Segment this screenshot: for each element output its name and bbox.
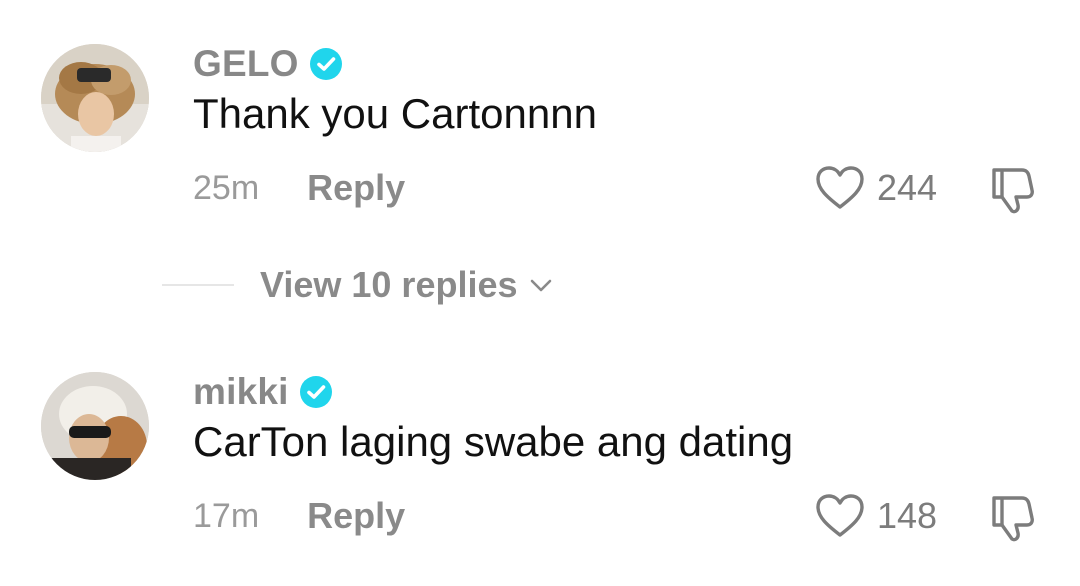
view-replies-button[interactable]: View 10 replies xyxy=(162,264,554,305)
heart-outline-icon xyxy=(816,494,864,537)
comment-meta: 17m Reply xyxy=(193,495,405,537)
like-button[interactable]: 148 xyxy=(815,492,937,540)
thumbs-down-icon[interactable] xyxy=(986,164,1038,216)
username-row: GELO xyxy=(193,43,343,85)
heart-outline-icon xyxy=(816,166,864,209)
verified-check-icon xyxy=(299,376,332,408)
avatar[interactable] xyxy=(41,372,149,480)
username-row: mikki xyxy=(193,371,333,413)
like-count: 148 xyxy=(877,495,938,536)
comment-item: mikki CarTon laging swabe ang dating 17m… xyxy=(0,371,1080,572)
view-replies-label: View 10 replies xyxy=(260,264,518,305)
reply-button[interactable]: Reply xyxy=(307,167,405,209)
timestamp: 17m xyxy=(193,496,260,535)
verified-check-icon xyxy=(309,48,342,80)
reply-button[interactable]: Reply xyxy=(307,495,405,537)
comment-text: Thank you Cartonnnn xyxy=(193,90,597,137)
avatar[interactable] xyxy=(41,44,149,152)
thumbs-down-icon[interactable] xyxy=(986,492,1038,544)
like-button[interactable]: 244 xyxy=(815,164,937,212)
comment-item: GELO Thank you Cartonnnn 25m Reply 244 xyxy=(0,43,1080,244)
timestamp: 25m xyxy=(193,168,260,207)
username[interactable]: mikki xyxy=(193,371,289,413)
username[interactable]: GELO xyxy=(193,43,299,85)
comment-text: CarTon laging swabe ang dating xyxy=(193,418,794,465)
like-count: 244 xyxy=(877,167,938,208)
divider-line xyxy=(162,284,234,286)
chevron-down-icon xyxy=(530,279,551,292)
comment-meta: 25m Reply xyxy=(193,167,405,209)
